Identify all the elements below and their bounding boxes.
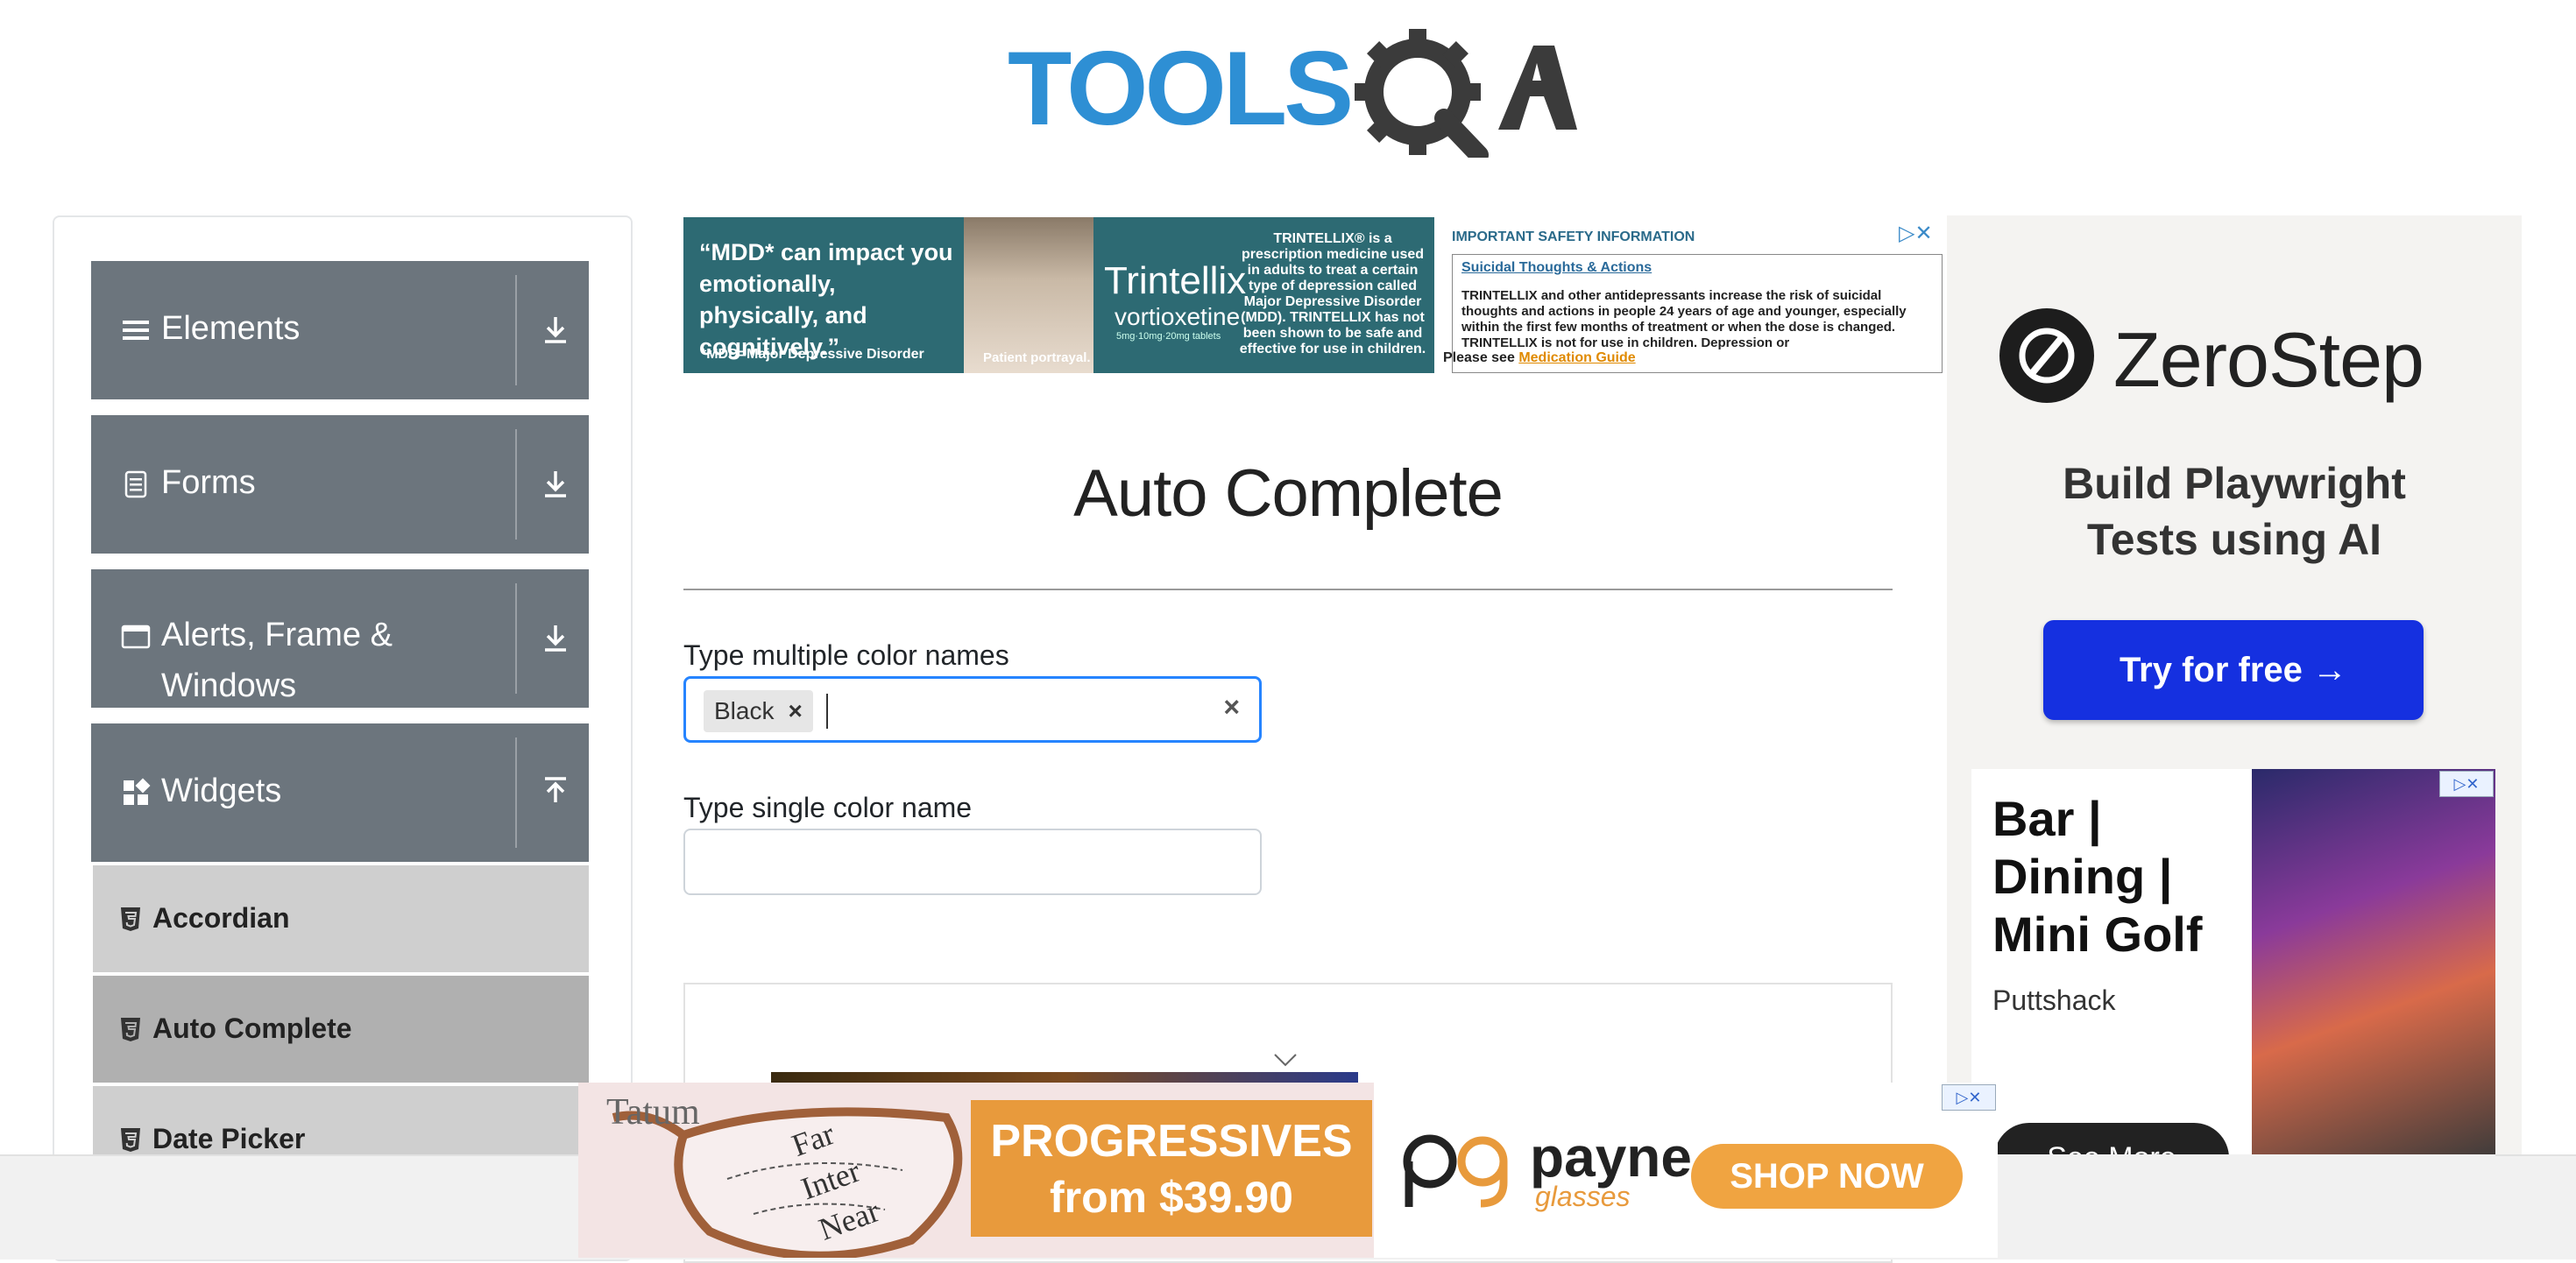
zerostep-logo-icon (1999, 308, 2094, 403)
sidebar-item-label: Date Picker (152, 1123, 306, 1154)
payne-sub: glasses (1535, 1181, 1631, 1212)
color-chip-label: Black (714, 697, 775, 724)
single-color-input[interactable] (683, 829, 1262, 895)
ad-dose: 5mg·10mg·20mg tablets (1116, 331, 1221, 342)
multi-color-input[interactable]: Black × × (683, 676, 1262, 743)
shop-now-button[interactable]: SHOP NOW (1691, 1144, 1963, 1209)
toolsqa-logo[interactable]: TOOLS (1008, 26, 1577, 165)
hamburger-icon (123, 321, 149, 340)
svg-text:TOOLS: TOOLS (1008, 30, 1350, 147)
zerostep-tagline: Build Playwright Tests using AI (2063, 459, 2406, 564)
payne-logo-icon (1403, 1134, 1508, 1208)
adchoices-icon[interactable]: ▷✕ (1899, 221, 1933, 246)
window-icon (121, 624, 151, 649)
ad-description: TRINTELLIX® is a prescription medicine u… (1239, 231, 1426, 356)
divider (515, 737, 517, 848)
adchoices-icon[interactable]: ▷✕ (1942, 1084, 1996, 1111)
download-icon[interactable] (538, 620, 573, 655)
offer-line-2: from $39.90 (1050, 1173, 1293, 1222)
html5-icon (121, 1128, 140, 1152)
widgets-icon (124, 778, 151, 805)
sidebar-group-label: Alerts, Frame & (161, 617, 393, 653)
sidebar-group-label: Widgets (161, 773, 282, 809)
html5-icon (121, 1018, 140, 1041)
try-for-free-button[interactable]: Try for free → (2043, 620, 2424, 720)
ad-safety-body: TRINTELLIX and other antidepressants inc… (1461, 288, 1907, 350)
color-chip: Black × (704, 690, 813, 732)
sidebar-group-forms[interactable]: Forms (91, 415, 589, 554)
text-caret (826, 694, 828, 729)
sidebar-group-elements[interactable]: Elements (91, 261, 589, 399)
chip-remove-icon[interactable]: × (784, 697, 812, 725)
upload-icon[interactable] (538, 774, 573, 809)
download-icon[interactable] (538, 312, 573, 347)
ad-please-see: Please see Medication Guide (1443, 350, 1636, 366)
ad-medication-guide-link[interactable]: Medication Guide (1518, 350, 1635, 365)
ad-safety-title: IMPORTANT SAFETY INFORMATION (1452, 229, 1695, 244)
bar-ad-brand: Puttshack (1992, 984, 2116, 1016)
sidebar-item-accordian[interactable]: Accordian (93, 865, 589, 974)
title-divider (683, 589, 1893, 590)
sidebar-group-alerts[interactable]: Alerts, Frame & Windows (91, 569, 589, 708)
single-color-label: Type single color name (683, 792, 973, 823)
sidebar-group-widgets[interactable]: Widgets (91, 723, 589, 862)
ad-footnote: *MDD=Major Depressive Disorder (701, 347, 924, 362)
sidebar-item-auto-complete[interactable]: Auto Complete (93, 976, 589, 1084)
bar-ad-headline: Bar | Dining | Mini Golf (1992, 791, 2203, 962)
divider (515, 583, 517, 694)
ad-safety-subtitle: Suicidal Thoughts & Actions (1461, 260, 1652, 275)
sidebar-item-label: Auto Complete (152, 1013, 352, 1044)
sidebar-item-label: Accordian (152, 902, 290, 934)
sidebar-group-label: Forms (161, 464, 256, 501)
html5-icon (121, 907, 140, 931)
ad-portrayal: Patient portrayal. (983, 350, 1091, 365)
ad-brand: Trintellix (1104, 259, 1247, 302)
adchoices-icon[interactable]: ▷✕ (2439, 771, 2494, 797)
payne-brand: payne (1530, 1125, 1692, 1189)
ad-safety-panel: IMPORTANT SAFETY INFORMATION ▷✕ Suicidal… (1434, 217, 1945, 373)
page-title: Auto Complete (1073, 456, 1504, 531)
bottom-band-overlay (1971, 1154, 2495, 1258)
download-icon[interactable] (538, 466, 573, 501)
sidebar-group-label-cont: Windows (161, 667, 297, 704)
ad-please-see-text: Please see (1443, 350, 1515, 365)
tatum-brand: Tatum (606, 1092, 700, 1132)
sidebar-group-label: Elements (161, 310, 301, 347)
divider (515, 429, 517, 540)
progressives-offer: PROGRESSIVES from $39.90 (971, 1100, 1372, 1237)
multi-color-label: Type multiple color names (683, 639, 1009, 671)
top-banner-ad[interactable]: “MDD* can impact you emotionally, physic… (683, 217, 1945, 373)
bar-ad-photo[interactable] (2252, 769, 2495, 1163)
document-icon (124, 470, 147, 498)
offer-line-1: PROGRESSIVES (990, 1116, 1353, 1167)
ad-quote: “MDD* can impact you emotionally, physic… (699, 239, 953, 360)
divider (515, 275, 517, 385)
ad-generic: vortioxetine (1115, 303, 1241, 330)
sidebar: Elements Forms Alerts, Frame & Windows W… (53, 215, 633, 1261)
clear-icon[interactable]: × (1223, 691, 1240, 723)
chevron-down-icon[interactable] (1272, 1051, 1299, 1069)
zerostep-brand: ZeroStep (2113, 316, 2424, 403)
